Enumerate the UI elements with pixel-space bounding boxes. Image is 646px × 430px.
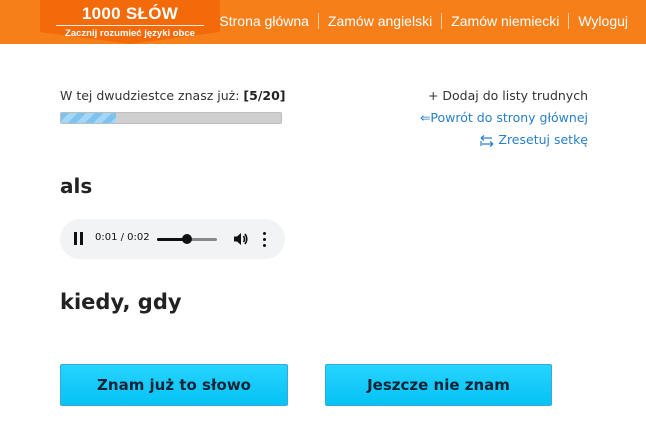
progress-count: [5/20] (243, 88, 286, 103)
nav-order-german[interactable]: Zamów niemiecki (451, 13, 559, 29)
audio-time: 0:01 / 0:02 (95, 232, 150, 243)
translation: kiedy, gdy (60, 290, 182, 314)
know-word-button[interactable]: Znam już to słowo (60, 364, 288, 406)
volume-icon[interactable] (233, 231, 249, 247)
nav-separator (317, 13, 319, 29)
audio-seek-handle[interactable] (182, 234, 192, 244)
more-options-icon[interactable] (263, 231, 267, 247)
progress-label: W tej dwudziestce znasz już: [5/20] (60, 88, 286, 103)
nav-home[interactable]: Strona główna (219, 13, 309, 29)
pause-icon[interactable] (74, 232, 84, 245)
logo-divider (56, 25, 204, 26)
audio-seek-slider[interactable] (157, 234, 217, 244)
nav-logout[interactable]: Wyloguj (578, 13, 628, 29)
foreign-word: als (60, 174, 93, 198)
nav-order-english[interactable]: Zamów angielski (328, 13, 432, 29)
top-bar: 1000 SŁÓW Zacznij rozumieć języki obce S… (0, 0, 646, 44)
audio-player: 0:01 / 0:02 (60, 219, 285, 259)
reset-set-link[interactable]: Zresetuj setkę (498, 132, 588, 147)
back-home-link[interactable]: ⇐Powrót do strony głównej (420, 110, 588, 125)
add-to-difficult-link[interactable]: + Dodaj do listy trudnych (428, 88, 588, 103)
logo[interactable]: 1000 SŁÓW Zacznij rozumieć języki obce (40, 0, 220, 44)
nav-separator (441, 13, 443, 29)
logo-title: 1000 SŁÓW (81, 4, 179, 23)
logo-subtitle: Zacznij rozumieć języki obce (65, 28, 195, 39)
main-nav: Strona główna Zamów angielski Zamów niem… (219, 13, 628, 29)
progress-bar-fill (61, 113, 116, 123)
progress-text: W tej dwudziestce znasz już: (60, 88, 240, 103)
side-links: + Dodaj do listy trudnych ⇐Powrót do str… (420, 88, 588, 154)
dont-know-button[interactable]: Jeszcze nie znam (325, 364, 552, 406)
nav-separator (568, 13, 570, 29)
reset-icon (480, 134, 494, 147)
progress-bar (60, 112, 282, 124)
